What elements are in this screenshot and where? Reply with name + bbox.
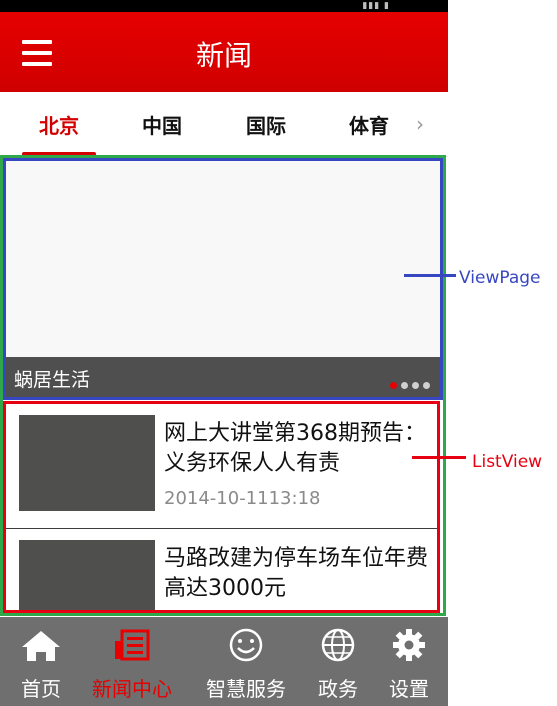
tab-beijing[interactable]: 北京 bbox=[14, 110, 104, 139]
gear-icon bbox=[393, 629, 425, 661]
chevron-right-icon[interactable]: › bbox=[416, 112, 424, 136]
nav-home[interactable]: 首页 bbox=[4, 617, 78, 706]
viewpager-annotation-label: ViewPage bbox=[459, 268, 541, 288]
listview-annotation-line bbox=[412, 456, 466, 459]
nav-government[interactable]: 政务 bbox=[303, 617, 373, 706]
page-title: 新闻 bbox=[195, 39, 252, 72]
viewpager-annotation-line bbox=[404, 274, 456, 277]
smiley-icon bbox=[229, 628, 263, 662]
nav-news-center[interactable]: 新闻中心 bbox=[82, 617, 182, 706]
nav-label-news-center: 新闻中心 bbox=[92, 677, 172, 701]
home-icon bbox=[22, 631, 60, 661]
tab-sports[interactable]: 体育 bbox=[324, 110, 414, 139]
listview-annotation-label: ListView bbox=[472, 452, 543, 472]
viewpager-outline bbox=[3, 158, 443, 400]
bottom-nav: 首页 新闻中心 智慧服务 政务 设置 bbox=[0, 617, 448, 706]
title-bar: 新闻 bbox=[0, 12, 448, 92]
newspaper-icon bbox=[115, 629, 150, 661]
status-bar: ▮▮▮ ▮ bbox=[0, 0, 448, 12]
tab-international[interactable]: 国际 bbox=[221, 110, 311, 139]
tab-china[interactable]: 中国 bbox=[117, 110, 207, 139]
nav-label-government: 政务 bbox=[318, 677, 358, 701]
nav-label-home: 首页 bbox=[21, 677, 61, 701]
status-icons: ▮▮▮ ▮ bbox=[362, 1, 390, 11]
nav-label-settings: 设置 bbox=[389, 677, 429, 701]
globe-icon bbox=[321, 628, 355, 662]
nav-smart-services[interactable]: 智慧服务 bbox=[196, 617, 296, 706]
nav-label-smart-services: 智慧服务 bbox=[206, 677, 286, 701]
channel-tabs: 北京 中国 国际 体育 › bbox=[0, 92, 448, 157]
listview-outline bbox=[3, 401, 440, 613]
nav-settings[interactable]: 设置 bbox=[374, 617, 444, 706]
